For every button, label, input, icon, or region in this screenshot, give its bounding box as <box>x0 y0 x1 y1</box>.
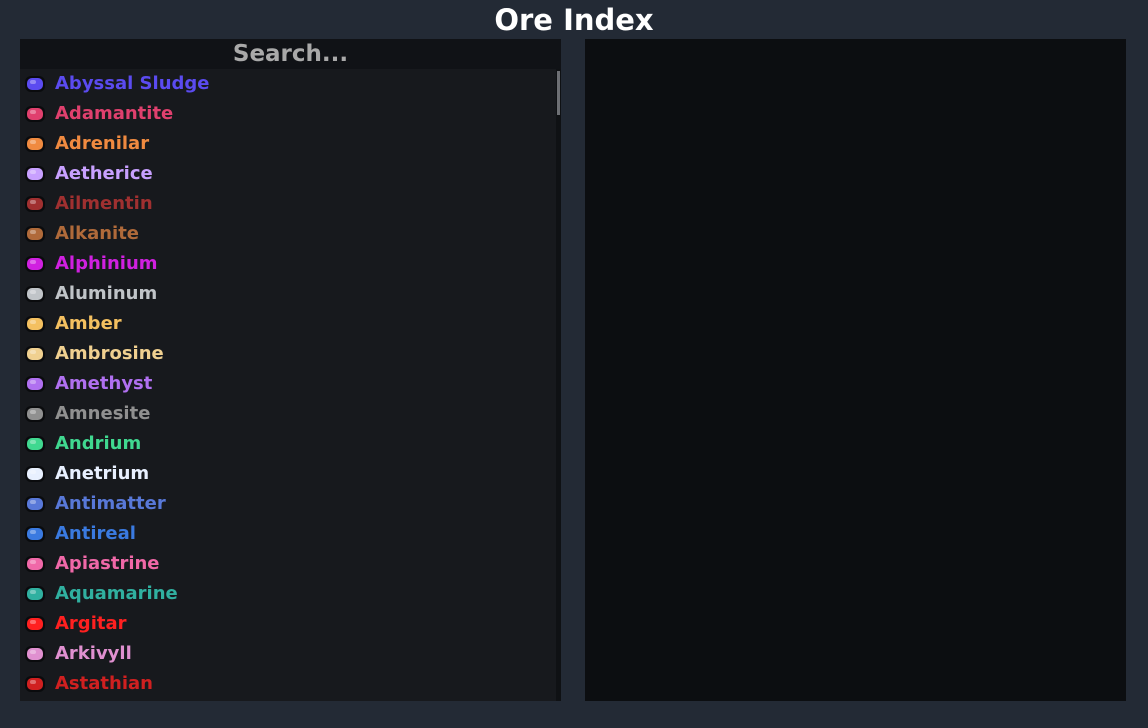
swirl-icon <box>20 429 50 459</box>
ore-name: Ailmentin <box>55 193 153 214</box>
ore-name: Anetrium <box>55 463 150 484</box>
ore-name: Amnesite <box>55 403 151 424</box>
scrollbar-thumb[interactable] <box>557 71 560 115</box>
sparkle-icon <box>20 249 50 279</box>
feather-icon <box>20 399 50 429</box>
ore-name: Antimatter <box>55 493 166 514</box>
list-item[interactable]: Amber <box>20 309 556 339</box>
ring-icon <box>20 519 50 549</box>
gem-pair-icon <box>20 99 50 129</box>
list-item[interactable]: Adrenilar <box>20 129 556 159</box>
ore-name: Apiastrine <box>55 553 160 574</box>
list-item[interactable]: Argitar <box>20 609 556 639</box>
crystal-icon <box>20 159 50 189</box>
list-item[interactable]: Apiastrine <box>20 549 556 579</box>
list-item[interactable]: Antimatter <box>20 489 556 519</box>
page-title: Ore Index <box>494 3 654 37</box>
list-item[interactable]: Alphinium <box>20 249 556 279</box>
list-item[interactable]: Arkivyll <box>20 639 556 669</box>
list-item[interactable]: Ailmentin <box>20 189 556 219</box>
bar-icon <box>20 309 50 339</box>
list-item[interactable]: Adamantite <box>20 99 556 129</box>
ore-name: Abyssal Sludge <box>55 73 210 94</box>
blade-icon <box>20 459 50 489</box>
list-item[interactable]: Astathian <box>20 669 556 699</box>
list-item[interactable]: Amethyst <box>20 369 556 399</box>
cross-icon <box>20 339 50 369</box>
list-item[interactable]: Abyssal Sludge <box>20 69 556 99</box>
rock-icon <box>20 219 50 249</box>
ore-list[interactable]: Abyssal Sludge Adamantite Adrenilar Aetheri… <box>20 69 556 701</box>
ore-name: Andrium <box>55 433 142 454</box>
list-item[interactable]: Aquamarine <box>20 579 556 609</box>
list-item[interactable]: Amnesite <box>20 399 556 429</box>
ember-icon <box>20 669 50 699</box>
crescent-icon <box>20 489 50 519</box>
droplet-icon <box>20 579 50 609</box>
list-item[interactable]: Anetrium <box>20 459 556 489</box>
ore-name: Antireal <box>55 523 136 544</box>
gem-icon <box>20 369 50 399</box>
sludge-icon <box>20 69 50 99</box>
ore-name: Alkanite <box>55 223 140 244</box>
shard-icon <box>20 189 50 219</box>
prism-icon <box>20 609 50 639</box>
ore-name: Aetherice <box>55 163 153 184</box>
list-item[interactable]: Aluminum <box>20 279 556 309</box>
ore-detail-panel <box>585 39 1126 701</box>
ore-list-panel: Abyssal Sludge Adamantite Adrenilar Aetheri… <box>20 39 561 701</box>
list-scrollbar[interactable] <box>556 69 561 701</box>
ore-name: Alphinium <box>55 253 158 274</box>
star-icon <box>20 639 50 669</box>
ore-name: Adrenilar <box>55 133 150 154</box>
ore-name: Astathian <box>55 673 153 694</box>
ore-name: Adamantite <box>55 103 174 124</box>
list-item[interactable]: Alkanite <box>20 219 556 249</box>
ore-name: Arkivyll <box>55 643 132 664</box>
ingot-icon <box>20 279 50 309</box>
ore-name: Aquamarine <box>55 583 178 604</box>
search-input[interactable] <box>20 39 561 69</box>
list-item[interactable]: Andrium <box>20 429 556 459</box>
flower-icon <box>20 549 50 579</box>
ore-name: Amethyst <box>55 373 153 394</box>
list-item[interactable]: Ambrosine <box>20 339 556 369</box>
ore-name: Ambrosine <box>55 343 164 364</box>
list-item[interactable]: Aetherice <box>20 159 556 189</box>
ore-name: Aluminum <box>55 283 158 304</box>
ore-name: Argitar <box>55 613 127 634</box>
flame-icon <box>20 129 50 159</box>
list-item[interactable]: Antireal <box>20 519 556 549</box>
ore-name: Amber <box>55 313 122 334</box>
